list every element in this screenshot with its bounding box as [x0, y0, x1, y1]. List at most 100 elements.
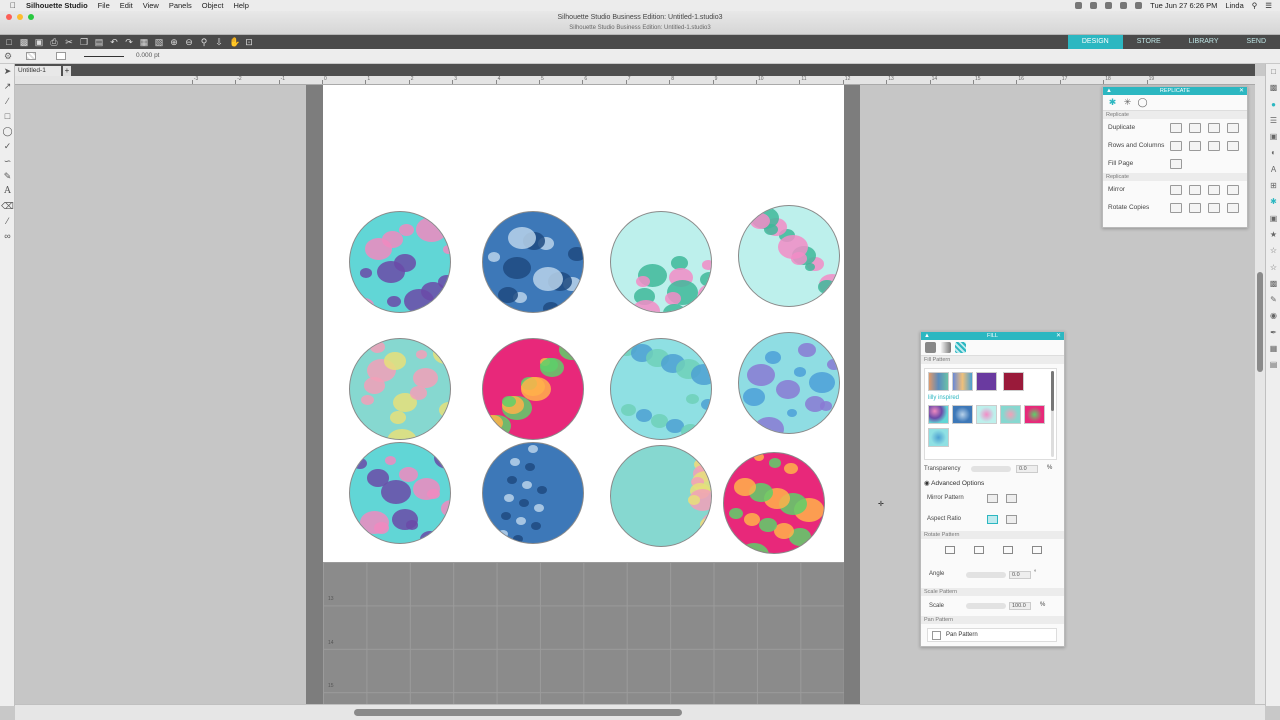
fill-panel-header[interactable]: ▲ FILL ✕	[921, 332, 1064, 340]
menu-panels[interactable]: Panels	[169, 1, 192, 10]
menu-list-icon[interactable]: ☰	[1265, 1, 1272, 10]
transform-icon[interactable]: ⊞	[1266, 178, 1280, 194]
mirror-horizontal-button[interactable]	[987, 494, 998, 503]
mirror-vertical-button[interactable]	[1006, 494, 1017, 503]
polygon-tool-icon[interactable]: ✓	[0, 139, 15, 154]
pan-pattern-button[interactable]: Pan Pattern	[927, 628, 1057, 642]
add-tab-button[interactable]: +	[63, 66, 71, 76]
transparency-value[interactable]: 0.0	[1016, 465, 1038, 473]
text-style-icon[interactable]: A	[1266, 162, 1280, 178]
ellipse-tool-icon[interactable]: ◯	[0, 124, 15, 139]
scale-slider[interactable]	[966, 603, 1006, 609]
pattern-circle-paisley-2[interactable]	[349, 442, 451, 544]
eyedropper-icon[interactable]: ∞	[0, 229, 15, 244]
vertical-scrollbar[interactable]	[1255, 76, 1265, 704]
rhinestone-icon[interactable]: ☆	[1266, 243, 1280, 259]
menu-view[interactable]: View	[143, 1, 159, 10]
pattern-thumb[interactable]	[1003, 372, 1024, 391]
print-icon[interactable]: ⎙	[49, 37, 59, 47]
knife-tool-icon[interactable]: ⁄	[0, 214, 15, 229]
tab-design[interactable]: DESIGN	[1067, 35, 1123, 49]
pan-hand-icon[interactable]: ✋	[229, 37, 240, 47]
replicate-panel-header[interactable]: ▲ REPLICATE ✕	[1103, 87, 1247, 95]
collapse-icon[interactable]: ▲	[924, 332, 930, 340]
pattern-circle-roses-teal[interactable]	[610, 338, 712, 440]
line-style-icon[interactable]: ☰	[1266, 113, 1280, 129]
pattern-thumb[interactable]	[928, 405, 949, 424]
volume-icon[interactable]	[1120, 2, 1128, 9]
fill-color-icon[interactable]: ●	[1266, 97, 1280, 113]
rectangle-tool-icon[interactable]: □	[0, 109, 15, 124]
scale-value[interactable]: 100.0	[1009, 602, 1031, 610]
pattern-thumb[interactable]	[1000, 405, 1021, 424]
pattern-circle-paisley[interactable]	[349, 211, 451, 313]
rotate-6-icon[interactable]	[1189, 203, 1201, 213]
pattern-thumb[interactable]	[928, 372, 949, 391]
select-all-icon[interactable]: ▦	[139, 37, 149, 47]
mirror-left-icon[interactable]	[1208, 185, 1220, 195]
solid-fill-tab-icon[interactable]	[925, 342, 936, 353]
pattern-circle-sailboats[interactable]	[349, 338, 451, 440]
doc-tab-untitled[interactable]: Untitled-1	[15, 66, 61, 76]
mirror-above-icon[interactable]	[1189, 185, 1201, 195]
wifi-icon[interactable]	[1105, 2, 1113, 9]
copy-icon[interactable]: ❐	[79, 37, 89, 47]
rotate-custom-icon[interactable]	[1227, 203, 1239, 213]
pattern-circle-blue-ikat[interactable]	[482, 211, 584, 313]
edit-points-icon[interactable]: ↗	[0, 79, 15, 94]
close-icon[interactable]: ✕	[1056, 332, 1061, 340]
pattern-circle-tropical-pink-2[interactable]	[723, 452, 825, 554]
pattern-thumb[interactable]	[976, 372, 997, 391]
nesting-icon[interactable]: ▦	[1266, 341, 1280, 357]
close-icon[interactable]: ✕	[1239, 87, 1244, 95]
offset-icon[interactable]: ☆	[1266, 260, 1280, 276]
tray-icon[interactable]	[1090, 2, 1098, 9]
curve-tool-icon[interactable]: ∽	[0, 154, 15, 169]
pencil-tool-icon[interactable]: ✎	[0, 169, 15, 184]
aspect-lock-button[interactable]	[987, 515, 998, 524]
pattern-thumb[interactable]	[952, 405, 973, 424]
line-tool-icon[interactable]: ∕	[0, 94, 15, 109]
redo-icon[interactable]: ↷	[124, 37, 134, 47]
pattern-circle-blue-ikat-2[interactable]	[482, 442, 584, 544]
pattern-group-label[interactable]: lilly inspired	[928, 395, 959, 401]
paste-icon[interactable]: ▤	[94, 37, 104, 47]
user-name[interactable]: Linda	[1225, 1, 1243, 10]
rotate-270-icon[interactable]	[1003, 546, 1013, 554]
star-icon[interactable]: ★	[1266, 227, 1280, 243]
grid-3x3-icon[interactable]	[1189, 141, 1201, 151]
layers-icon[interactable]: ▤	[1266, 357, 1280, 373]
battery-icon[interactable]	[1135, 2, 1143, 9]
grid-2x2-icon[interactable]	[1170, 141, 1182, 151]
menu-file[interactable]: File	[98, 1, 110, 10]
pattern-circle-sailboats-2[interactable]	[610, 445, 712, 547]
tab-library[interactable]: LIBRARY	[1175, 35, 1233, 49]
rotate-360-icon[interactable]	[1032, 546, 1042, 554]
aspect-unlock-button[interactable]	[1006, 515, 1017, 524]
rotate-90-icon[interactable]	[945, 546, 955, 554]
tray-icon[interactable]	[1075, 2, 1083, 9]
rotate-4-icon[interactable]	[1170, 203, 1182, 213]
search-icon[interactable]: ⚲	[1252, 1, 1258, 10]
undo-icon[interactable]: ↶	[109, 37, 119, 47]
trace-icon[interactable]: ▩	[1266, 276, 1280, 292]
horizontal-scrollbar[interactable]	[15, 704, 1265, 720]
pen-icon[interactable]: ✒	[1266, 325, 1280, 341]
design-page[interactable]	[323, 85, 844, 562]
angle-slider[interactable]	[966, 572, 1006, 578]
clock[interactable]: Tue Jun 27 6:26 PM	[1150, 1, 1217, 10]
page-setup-icon[interactable]: □	[1266, 64, 1280, 80]
menu-help[interactable]: Help	[233, 1, 248, 10]
zoom-out-icon[interactable]: ⊖	[184, 37, 194, 47]
cut-icon[interactable]: ✂	[64, 37, 74, 47]
pattern-fill-tab-icon[interactable]	[955, 342, 966, 353]
apple-icon[interactable]: 	[10, 1, 20, 10]
scroll-thumb[interactable]	[1257, 272, 1263, 372]
column-icon[interactable]	[1208, 141, 1220, 151]
mirror-below-icon[interactable]	[1170, 185, 1182, 195]
pattern-circle-pink-lobster-2[interactable]	[738, 205, 840, 307]
transparency-slider[interactable]	[971, 466, 1011, 472]
gear-icon[interactable]: ⚙	[4, 51, 12, 62]
duplicate-above-icon[interactable]	[1208, 123, 1220, 133]
pattern-scrollbar[interactable]	[1051, 371, 1054, 457]
